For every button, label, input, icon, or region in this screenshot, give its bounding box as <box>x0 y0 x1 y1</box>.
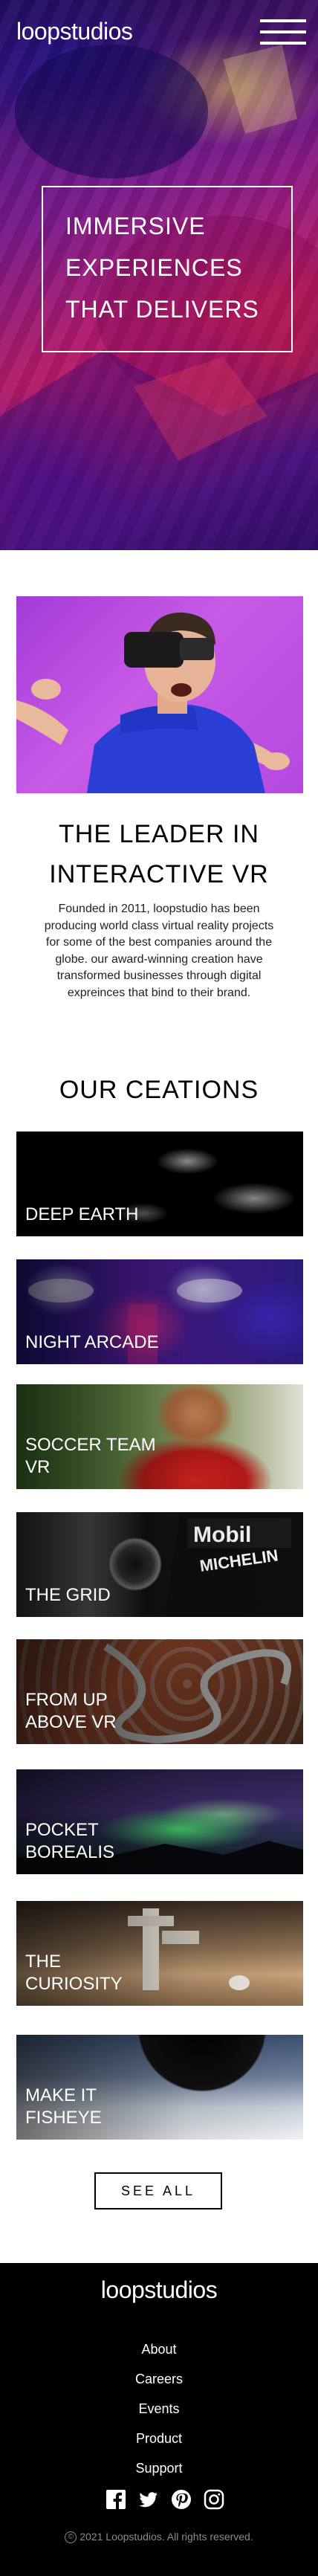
intro-title: THE LEADER IN INTERACTIVE VR <box>49 820 269 888</box>
creation-label: MAKE IT FISHEYE <box>25 2085 102 2128</box>
footer-logo[interactable]: loopstudios <box>0 2276 318 2304</box>
vr-man-image <box>16 596 303 793</box>
see-all-button[interactable]: SEE ALL <box>94 2172 222 2209</box>
creation-card-the-curiosity[interactable]: THE CURIOSITY <box>16 1901 303 2006</box>
footer-nav-support[interactable]: Support <box>0 2453 318 2483</box>
footer-nav-careers[interactable]: Careers <box>0 2364 318 2394</box>
social-links <box>106 2489 224 2510</box>
creation-label: FROM UP ABOVE VR <box>25 1690 117 1732</box>
creation-card-soccer-team-vr[interactable]: SOCCER TEAM VR <box>16 1384 303 1489</box>
footer-nav-about[interactable]: About <box>0 2334 318 2364</box>
hero-title: IMMERSIVE EXPERIENCES THAT DELIVERS <box>65 213 259 323</box>
creations-title: OUR CEATIONS <box>59 1076 259 1104</box>
hamburger-menu-icon[interactable] <box>260 19 306 45</box>
creation-card-make-it-fisheye[interactable]: MAKE IT FISHEYE <box>16 2035 303 2140</box>
logo[interactable]: loopstudios <box>16 18 133 45</box>
creation-label: SOCCER TEAM VR <box>25 1435 156 1477</box>
facebook-icon[interactable] <box>106 2489 126 2510</box>
creation-label: POCKET BOREALIS <box>25 1820 115 1862</box>
creation-card-the-grid[interactable]: Mobil MICHELIN THE GRID <box>16 1512 303 1617</box>
hero-title-box: IMMERSIVE EXPERIENCES THAT DELIVERS <box>42 186 293 352</box>
copyright: © 2021 Loopstudios. All rights reserved. <box>0 2531 318 2544</box>
pinterest-icon[interactable] <box>171 2489 192 2510</box>
footer-nav: About Careers Events Product Support <box>0 2334 318 2483</box>
creation-card-deep-earth[interactable]: DEEP EARTH <box>16 1132 303 1236</box>
creation-card-from-up-above-vr[interactable]: FROM UP ABOVE VR <box>16 1639 303 1744</box>
instagram-icon[interactable] <box>204 2489 224 2510</box>
footer-nav-product[interactable]: Product <box>0 2424 318 2453</box>
creation-card-night-arcade[interactable]: NIGHT ARCADE <box>16 1259 303 1364</box>
vr-man-illustration <box>16 612 290 793</box>
creation-label: THE GRID <box>25 1585 111 1605</box>
hero-section: loopstudios IMMERSIVE EXPERIENCES THAT D… <box>0 0 318 550</box>
intro-paragraph: Founded in 2011, loopstudio has been pro… <box>44 903 274 999</box>
copyright-text: 2021 Loopstudios. All rights reserved. <box>80 2531 253 2543</box>
creation-card-pocket-borealis[interactable]: POCKET BOREALIS <box>16 1769 303 1874</box>
copyright-icon: © <box>65 2531 77 2544</box>
twitter-icon[interactable] <box>138 2489 159 2510</box>
creation-label: THE CURIOSITY <box>25 1952 123 1994</box>
creation-label: DEEP EARTH <box>25 1204 139 1224</box>
footer-nav-events[interactable]: Events <box>0 2394 318 2424</box>
footer: loopstudios About Careers Events Product… <box>0 2263 318 2576</box>
creation-label: NIGHT ARCADE <box>25 1332 159 1352</box>
